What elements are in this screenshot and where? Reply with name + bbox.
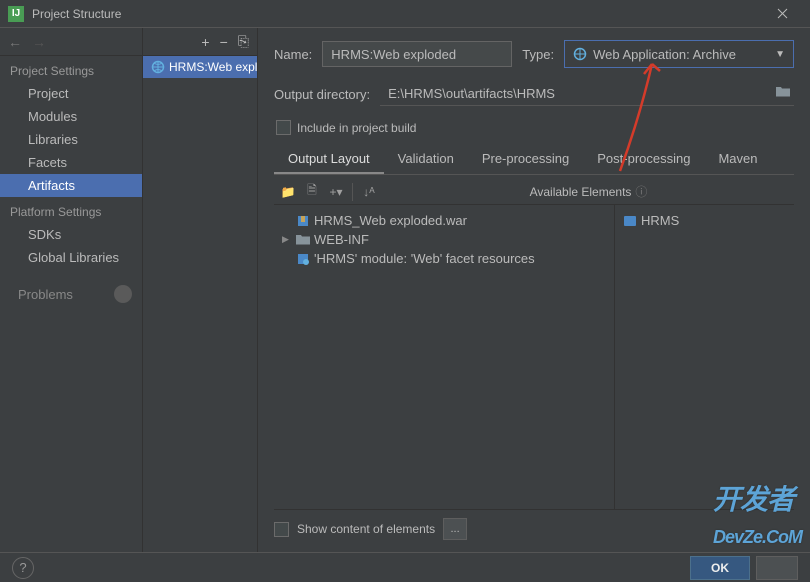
- chevron-down-icon: ▼: [775, 49, 785, 60]
- include-checkbox[interactable]: [276, 120, 291, 135]
- available-elements-tree[interactable]: HRMS: [614, 205, 794, 509]
- help-button[interactable]: ?: [12, 557, 34, 579]
- sort-button[interactable]: ↓ᴬ: [361, 184, 377, 200]
- nav-toolbar: ← →: [0, 28, 142, 56]
- app-icon: IJ: [8, 6, 24, 22]
- bottom-bar: Show content of elements ...: [274, 509, 794, 544]
- tab-pre-processing[interactable]: Pre-processing: [468, 145, 583, 174]
- name-label: Name:: [274, 47, 312, 62]
- sidebar-item-problems[interactable]: Problems: [0, 269, 142, 307]
- output-dir-input[interactable]: E:\HRMS\out\artifacts\HRMS: [380, 82, 794, 106]
- add-artifact-button[interactable]: +: [201, 34, 209, 50]
- section-project-settings: Project Settings: [0, 56, 142, 82]
- sidebar-item-project[interactable]: Project: [0, 82, 142, 105]
- available-header: Available Elements: [530, 185, 632, 199]
- tree-node-war[interactable]: HRMS_Web exploded.war: [278, 211, 610, 230]
- ok-button[interactable]: OK: [690, 556, 750, 580]
- problems-label: Problems: [18, 287, 73, 302]
- new-archive-button[interactable]: 🗎: [304, 184, 320, 200]
- tab-output-layout[interactable]: Output Layout: [274, 145, 384, 174]
- separator: [352, 183, 353, 201]
- type-value: Web Application: Archive: [593, 47, 769, 62]
- sidebar-item-libraries[interactable]: Libraries: [0, 128, 142, 151]
- artifact-item-selected[interactable]: HRMS:Web exploded: [143, 56, 257, 78]
- web-icon: [151, 60, 165, 74]
- tree-node-webinf[interactable]: ▶ WEB-INF: [278, 230, 610, 249]
- sidebar-item-sdks[interactable]: SDKs: [0, 223, 142, 246]
- copy-artifact-button[interactable]: ⎘: [238, 33, 249, 50]
- tree-node-label: 'HRMS' module: 'Web' facet resources: [314, 251, 535, 266]
- name-input[interactable]: [322, 41, 512, 67]
- cancel-button-partial[interactable]: [756, 556, 798, 580]
- tree-node-label: WEB-INF: [314, 232, 369, 247]
- tabs: Output Layout Validation Pre-processing …: [274, 145, 794, 175]
- problems-badge: [114, 285, 132, 303]
- new-folder-button[interactable]: 📁: [280, 184, 296, 200]
- tab-maven[interactable]: Maven: [704, 145, 771, 174]
- folder-icon: [296, 234, 310, 246]
- sidebar: ← → Project Settings Project Modules Lib…: [0, 28, 143, 552]
- add-copy-button[interactable]: +▾: [328, 184, 344, 200]
- remove-artifact-button[interactable]: −: [220, 34, 228, 50]
- tab-validation[interactable]: Validation: [384, 145, 468, 174]
- tree-node-facet[interactable]: 'HRMS' module: 'Web' facet resources: [278, 249, 610, 268]
- section-platform-settings: Platform Settings: [0, 197, 142, 223]
- browse-folder-icon[interactable]: [776, 86, 790, 101]
- more-button[interactable]: ...: [443, 518, 467, 540]
- archive-icon: [296, 214, 310, 228]
- facet-icon: [296, 252, 310, 266]
- module-icon: [623, 215, 637, 227]
- sidebar-item-facets[interactable]: Facets: [0, 151, 142, 174]
- artifact-item-label: HRMS:Web exploded: [169, 60, 257, 74]
- type-dropdown[interactable]: Web Application: Archive ▼: [564, 40, 794, 68]
- help-icon[interactable]: ⓘ: [635, 183, 647, 200]
- tree-node-label: HRMS_Web exploded.war: [314, 213, 467, 228]
- window-title: Project Structure: [32, 7, 762, 21]
- close-icon: [777, 8, 788, 19]
- footer: ? OK: [0, 552, 810, 582]
- artifact-list-panel: + − ⎘ HRMS:Web exploded: [143, 28, 258, 552]
- tab-post-processing[interactable]: Post-processing: [583, 145, 704, 174]
- type-label: Type:: [522, 47, 554, 62]
- available-node-hrms[interactable]: HRMS: [619, 211, 790, 230]
- close-button[interactable]: [762, 0, 802, 28]
- expand-icon[interactable]: ▶: [282, 234, 292, 245]
- main-panel: Name: Type: Web Application: Archive ▼ O…: [258, 28, 810, 552]
- include-label: Include in project build: [297, 121, 416, 135]
- output-toolbar: 📁 🗎 +▾ ↓ᴬ Available Elements ⓘ: [274, 179, 794, 205]
- output-tree[interactable]: HRMS_Web exploded.war ▶ WEB-INF 'HRMS' m…: [274, 205, 614, 509]
- titlebar: IJ Project Structure: [0, 0, 810, 28]
- sidebar-item-global-libraries[interactable]: Global Libraries: [0, 246, 142, 269]
- sidebar-item-artifacts[interactable]: Artifacts: [0, 174, 142, 197]
- back-button[interactable]: ←: [8, 34, 22, 50]
- sidebar-item-modules[interactable]: Modules: [0, 105, 142, 128]
- output-dir-label: Output directory:: [274, 87, 370, 102]
- available-node-label: HRMS: [641, 213, 679, 228]
- forward-button: →: [32, 34, 46, 50]
- show-content-checkbox[interactable]: [274, 522, 289, 537]
- globe-icon: [573, 47, 587, 61]
- show-content-label: Show content of elements: [297, 522, 435, 536]
- artifact-toolbar: + − ⎘: [143, 28, 257, 56]
- output-dir-value: E:\HRMS\out\artifacts\HRMS: [384, 84, 776, 103]
